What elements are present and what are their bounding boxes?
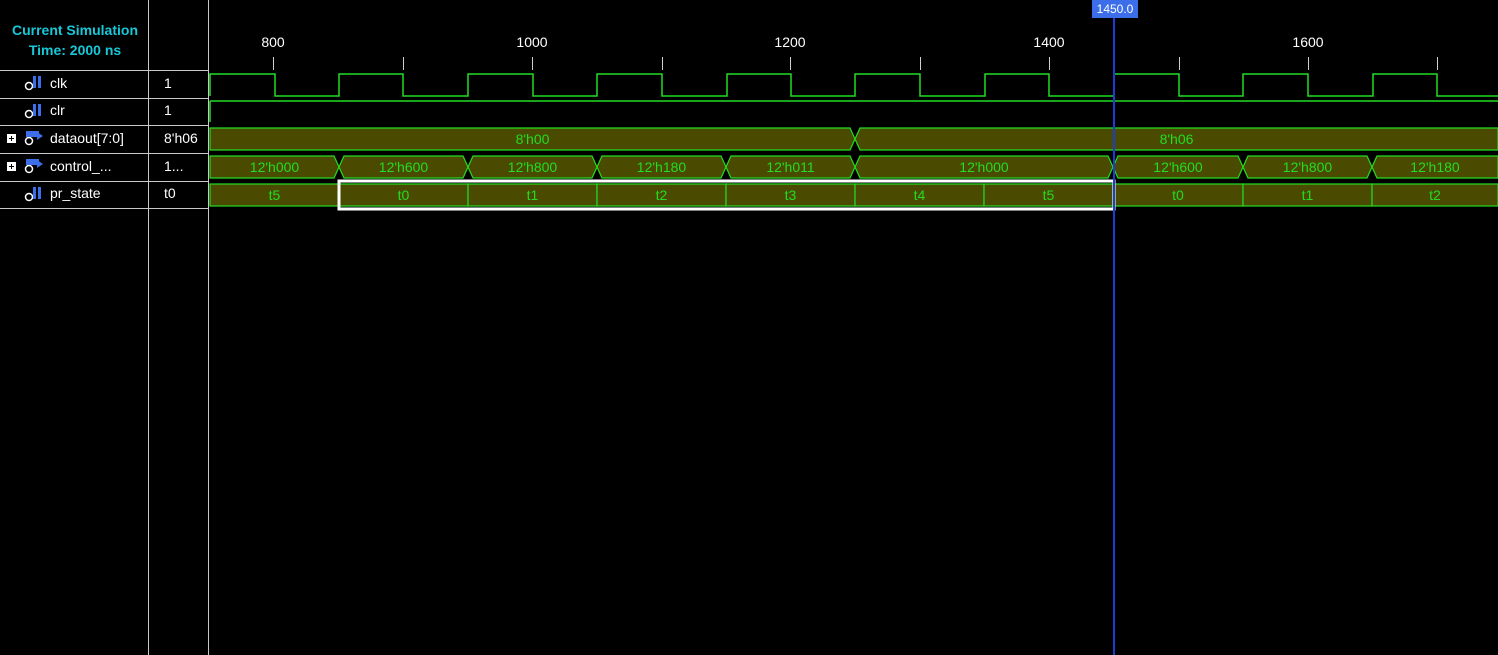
pr-state-bus: t5 t0 t1 t2 t3 t4 t5 t0 t1 t2	[209, 183, 1498, 207]
bus-segment-label: 12'h180	[1410, 159, 1460, 175]
state-segment-label: t2	[656, 187, 668, 203]
dataout-bus: 8'h00 8'h06	[209, 127, 1498, 151]
time-cursor-line[interactable]	[1113, 18, 1115, 655]
state-segment-label: t0	[398, 187, 410, 203]
bus-segment-label: 12'h600	[1153, 159, 1203, 175]
bus-segment-label: 8'h06	[1160, 131, 1194, 147]
clk-waveform	[209, 73, 1498, 97]
bus-segment-label: 12'h180	[637, 159, 687, 175]
state-segment-label: t5	[1043, 187, 1055, 203]
waveform-canvas[interactable]: 8'h00 8'h06 12'h000 12'h600 12'h800 12'h180 1…	[0, 0, 1498, 655]
state-segment-label: t2	[1429, 187, 1441, 203]
state-segment-label: t4	[914, 187, 926, 203]
bus-segment-label: 12'h000	[959, 159, 1009, 175]
bus-segment-label: 12'h800	[1283, 159, 1333, 175]
state-segment-label: t1	[1302, 187, 1314, 203]
bus-segment-label: 8'h00	[516, 131, 550, 147]
bus-segment-label: 12'h011	[766, 159, 815, 175]
bus-segment-label: 12'h800	[508, 159, 558, 175]
state-segment-label: t1	[527, 187, 539, 203]
state-segment-label: t0	[1172, 187, 1184, 203]
bus-segment-label: 12'h000	[250, 159, 300, 175]
time-cursor-label[interactable]: 1450.0	[1092, 0, 1138, 18]
state-segment-label: t5	[269, 187, 281, 203]
control-bus: 12'h000 12'h600 12'h800 12'h180 12'h011 12'h0…	[209, 155, 1498, 179]
state-segment-label: t3	[785, 187, 797, 203]
bus-segment-label: 12'h600	[379, 159, 429, 175]
